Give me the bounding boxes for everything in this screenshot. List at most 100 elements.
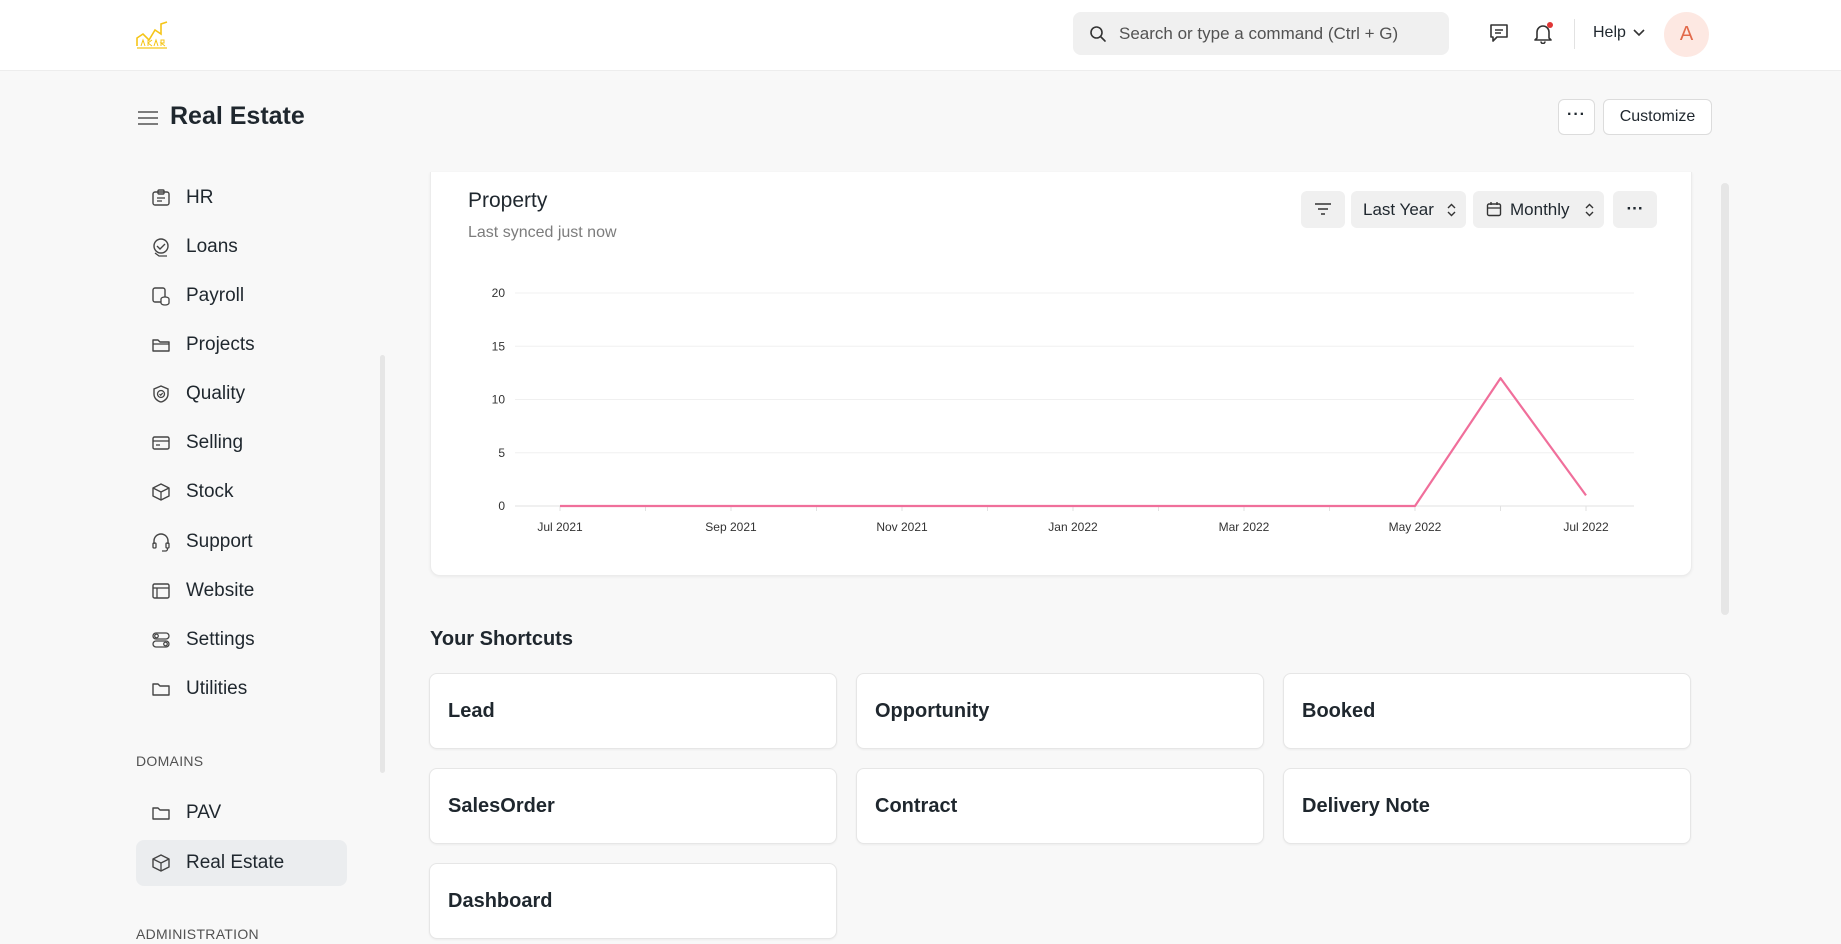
page-title: Real Estate <box>170 102 305 130</box>
shortcut-lead[interactable]: Lead <box>429 673 837 749</box>
sidebar-item-website[interactable]: Website <box>136 568 347 614</box>
x-tick-label: Sep 2021 <box>705 520 757 534</box>
sidebar-item-selling[interactable]: Selling <box>136 420 347 466</box>
shield-check-icon <box>153 385 169 403</box>
search-icon <box>1090 26 1106 42</box>
sidebar-item-label: Loans <box>186 236 238 257</box>
sidebar-item-label: Website <box>186 580 255 601</box>
navbar-divider <box>1574 19 1575 49</box>
sidebar-item-hr[interactable]: HR <box>136 175 347 221</box>
shortcut-label: Booked <box>1302 700 1376 722</box>
x-tick-label: Mar 2022 <box>1219 520 1270 534</box>
shortcut-label: Contract <box>875 795 958 817</box>
card-icon <box>152 436 170 450</box>
x-tick-label: Jul 2022 <box>1563 520 1609 534</box>
shortcut-dashboard[interactable]: Dashboard <box>429 863 837 939</box>
sidebar-item-label: Quality <box>186 383 246 404</box>
sidebar-item-label: Real Estate <box>186 852 285 873</box>
sidebar-item-utilities[interactable]: Utilities <box>136 666 347 712</box>
filter-icon <box>1315 203 1331 215</box>
sidebar-item-label: Payroll <box>186 285 245 306</box>
period-select-value: Last Year <box>1363 200 1434 219</box>
y-tick-label: 0 <box>498 499 505 513</box>
shortcut-label: Lead <box>448 700 495 722</box>
x-tick-label: May 2022 <box>1389 520 1442 534</box>
sidebar-section-administration: ADMINISTRATION <box>136 926 259 942</box>
chevron-up-down-icon <box>1447 203 1456 217</box>
sidebar-item-projects[interactable]: Projects <box>136 322 347 368</box>
sidebar-item-label: Stock <box>186 481 234 502</box>
notification-dot <box>1547 22 1553 28</box>
interval-select[interactable]: Monthly <box>1473 191 1604 228</box>
sidebar-item-label: PAV <box>186 802 222 823</box>
x-tick-label: Nov 2021 <box>876 520 928 534</box>
chat-icon[interactable] <box>1488 22 1510 44</box>
sidebar-item-label: Utilities <box>186 678 248 699</box>
sidebar-item-settings[interactable]: Settings <box>136 617 347 663</box>
browser-icon <box>152 583 170 599</box>
shortcut-label: SalesOrder <box>448 795 555 817</box>
x-tick-label: Jan 2022 <box>1048 520 1098 534</box>
chart-card: 0 5 10 15 20 Jul 2021 Sep 2021 Nov 2021 Jan 2022… <box>430 172 1692 576</box>
sidebar-item-label: Selling <box>186 432 244 453</box>
y-tick-label: 20 <box>492 286 506 300</box>
sidebar-item-quality[interactable]: Quality <box>136 371 347 417</box>
sidebar-item-label: HR <box>186 187 214 208</box>
help-menu[interactable]: Help <box>1593 24 1626 42</box>
shortcut-label: Delivery Note <box>1302 795 1430 817</box>
customize-button[interactable]: Customize <box>1603 99 1712 135</box>
chevron-down-icon[interactable] <box>1633 29 1645 37</box>
search-placeholder: Search or type a command (Ctrl + G) <box>1119 24 1399 43</box>
series-line <box>560 377 1587 508</box>
handshake-icon <box>153 238 169 257</box>
shortcut-contract[interactable]: Contract <box>856 768 1264 844</box>
shortcut-opportunity[interactable]: Opportunity <box>856 673 1264 749</box>
shortcut-delivery-note[interactable]: Delivery Note <box>1283 768 1691 844</box>
chevron-up-down-icon <box>1585 203 1594 217</box>
y-tick-label: 5 <box>498 446 505 460</box>
id-card-icon <box>152 189 170 206</box>
shortcuts-heading: Your Shortcuts <box>430 628 573 650</box>
calendar-icon <box>1486 202 1502 217</box>
folder-icon <box>152 683 170 696</box>
chart-title: Property <box>468 189 548 212</box>
sidebar-item-loans[interactable]: Loans <box>136 224 347 270</box>
folder-icon <box>152 807 170 820</box>
main-scrollbar[interactable] <box>1721 183 1729 615</box>
shortcut-salesorder[interactable]: SalesOrder <box>429 768 837 844</box>
app-logo-icon[interactable] <box>135 20 169 50</box>
sidebar-item-pav[interactable]: PAV <box>136 790 347 836</box>
headset-icon <box>152 533 170 552</box>
x-tick-label: Jul 2021 <box>537 520 583 534</box>
avatar[interactable]: A <box>1664 12 1709 57</box>
line-chart: 0 5 10 15 20 Jul 2021 Sep 2021 Nov 2021 Jan 2022… <box>492 286 1634 534</box>
sidebar-item-stock[interactable]: Stock <box>136 469 347 515</box>
sidebar-item-real-estate[interactable]: Real Estate <box>136 840 347 886</box>
navbar: Search or type a command (Ctrl + G) Help… <box>0 0 1841 71</box>
sidebar-scrollbar[interactable] <box>380 355 385 773</box>
toggles-icon <box>152 632 170 648</box>
y-tick-label: 10 <box>492 393 506 407</box>
coins-icon <box>152 287 170 306</box>
folder-icon <box>152 339 170 352</box>
sidebar-item-support[interactable]: Support <box>136 519 347 565</box>
sidebar-item-label: Support <box>186 531 253 552</box>
sidebar-toggle-icon[interactable] <box>138 110 158 126</box>
shortcut-label: Opportunity <box>875 700 990 722</box>
box-icon <box>152 854 170 872</box>
search-bar[interactable]: Search or type a command (Ctrl + G) <box>1073 12 1449 55</box>
y-tick-label: 15 <box>492 339 506 353</box>
period-select[interactable]: Last Year <box>1351 191 1466 228</box>
sidebar-item-payroll[interactable]: Payroll <box>136 273 347 319</box>
shortcut-booked[interactable]: Booked <box>1283 673 1691 749</box>
chart-more-button[interactable]: ··· <box>1613 191 1657 228</box>
box-icon <box>152 483 170 501</box>
chart-filter-button[interactable] <box>1301 191 1345 228</box>
shortcut-label: Dashboard <box>448 890 553 912</box>
page-more-button[interactable]: ··· <box>1558 99 1595 135</box>
interval-select-value: Monthly <box>1510 200 1570 219</box>
chart-sync-status: Last synced just now <box>468 224 617 241</box>
sidebar-section-domains: DOMAINS <box>136 753 204 769</box>
sidebar-item-label: Settings <box>186 629 255 650</box>
sidebar-item-label: Projects <box>186 334 255 355</box>
